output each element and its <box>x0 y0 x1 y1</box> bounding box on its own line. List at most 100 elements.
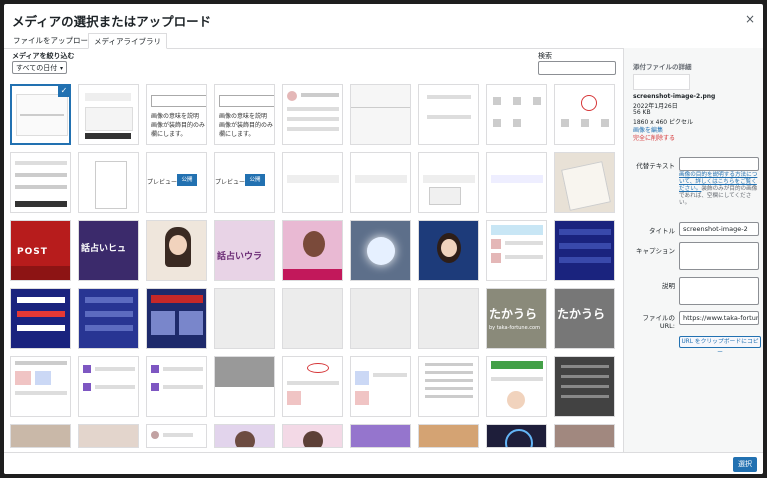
thumb-text: たかうら <box>489 307 538 321</box>
chevron-down-icon: ▾ <box>59 65 63 72</box>
media-thumb[interactable] <box>78 356 139 417</box>
media-thumb[interactable] <box>146 220 207 281</box>
tab-bar: ファイルをアップロード メディアライブラリ <box>4 32 763 49</box>
media-thumb[interactable] <box>10 356 71 417</box>
media-thumb[interactable] <box>10 152 71 213</box>
media-thumb[interactable] <box>418 84 479 145</box>
filter-label: メディアを絞り込む <box>12 52 75 60</box>
media-thumb[interactable] <box>78 84 139 145</box>
media-thumb[interactable] <box>486 220 547 281</box>
media-thumb[interactable] <box>486 84 547 145</box>
media-thumb[interactable] <box>282 220 343 281</box>
media-thumb[interactable] <box>146 424 207 448</box>
media-thumb[interactable] <box>486 152 547 213</box>
delete-permanently-link[interactable]: 完全に削除する <box>633 133 675 142</box>
media-thumb[interactable] <box>418 356 479 417</box>
media-thumb[interactable] <box>554 356 615 417</box>
media-thumb[interactable] <box>418 288 479 349</box>
media-thumb[interactable] <box>418 220 479 281</box>
media-thumb[interactable] <box>214 356 275 417</box>
thumb-text: 公開 <box>177 174 197 186</box>
media-thumb[interactable] <box>350 356 411 417</box>
thumb-text: 画像の意味を説明 <box>219 113 268 120</box>
alt-text-input[interactable] <box>679 157 759 171</box>
thumb-text: 話占いウラ <box>217 252 263 262</box>
media-thumb[interactable] <box>418 424 479 448</box>
media-thumb[interactable] <box>282 356 343 417</box>
attachment-preview <box>633 74 690 90</box>
title-label: タイトル <box>649 227 675 235</box>
media-thumb[interactable] <box>554 424 615 448</box>
media-thumb[interactable] <box>78 152 139 213</box>
media-thumb[interactable] <box>350 288 411 349</box>
media-thumb[interactable] <box>554 152 615 213</box>
media-thumb[interactable]: 話占いヒュ <box>78 220 139 281</box>
title-input[interactable]: screenshot-image-2 <box>679 222 759 236</box>
thumb-text: 欄にします。 <box>151 131 187 138</box>
media-thumb[interactable]: 話占いウラ <box>214 220 275 281</box>
media-thumb[interactable] <box>282 288 343 349</box>
checkmark-icon[interactable]: ✓ <box>58 86 69 97</box>
file-url-label: ファイルの URL: <box>642 314 676 330</box>
tab-media-library[interactable]: メディアライブラリ <box>88 33 167 49</box>
media-thumb[interactable] <box>282 152 343 213</box>
media-thumb[interactable] <box>146 356 207 417</box>
thumb-text: by taka-fortune.com <box>489 325 540 331</box>
select-button[interactable]: 選択 <box>733 457 757 472</box>
media-thumb[interactable] <box>350 424 411 448</box>
attachment-details-sidebar: 添付ファイルの詳細 screenshot-image-2.png 2022年1月… <box>623 48 763 452</box>
media-thumb[interactable] <box>282 84 343 145</box>
thumb-text: たかうら <box>557 307 606 321</box>
media-thumb[interactable] <box>214 288 275 349</box>
media-thumb[interactable]: ✓ <box>10 84 71 145</box>
thumb-text: 画像の意味を説明 <box>151 113 200 120</box>
media-thumb[interactable] <box>78 424 139 448</box>
media-thumb[interactable] <box>350 220 411 281</box>
media-thumb[interactable]: 画像の意味を説明 画像が装飾目的のみ 欄にします。 <box>146 84 207 145</box>
media-thumb[interactable] <box>418 152 479 213</box>
date-filter-select[interactable]: すべての日付 ▾ <box>12 61 67 74</box>
media-thumb[interactable]: プレビュー 公開 <box>214 152 275 213</box>
modal-title: メディアの選択またはアップロード <box>12 14 212 29</box>
media-thumb[interactable] <box>10 424 71 448</box>
media-thumb[interactable] <box>78 288 139 349</box>
description-textarea[interactable] <box>679 277 759 305</box>
close-icon[interactable]: × <box>745 12 755 26</box>
thumb-text: プレビュー <box>147 179 178 186</box>
thumb-text: 画像が装飾目的のみ <box>151 122 206 129</box>
attachment-details-heading: 添付ファイルの詳細 <box>633 63 692 71</box>
search-label: 検索 <box>538 52 552 60</box>
description-label: 説明 <box>662 282 675 290</box>
media-thumb[interactable] <box>10 288 71 349</box>
attachment-filename: screenshot-image-2.png <box>633 93 716 100</box>
media-thumb[interactable] <box>486 356 547 417</box>
media-thumb[interactable] <box>486 424 547 448</box>
media-thumb[interactable] <box>554 84 615 145</box>
media-modal: メディアの選択またはアップロード × ファイルをアップロード メディアライブラリ… <box>4 4 763 474</box>
thumb-text: 公開 <box>245 174 265 186</box>
search-input[interactable] <box>538 61 616 75</box>
media-thumb[interactable] <box>350 84 411 145</box>
modal-footer: 選択 <box>4 452 763 474</box>
media-thumb[interactable]: たかうら by taka-fortune.com <box>486 288 547 349</box>
media-thumb[interactable] <box>554 220 615 281</box>
media-thumb[interactable]: プレビュー 公開 <box>146 152 207 213</box>
media-thumb[interactable]: たかうら <box>554 288 615 349</box>
media-thumb[interactable] <box>146 288 207 349</box>
thumb-text: 画像が装飾目的のみ <box>219 122 274 129</box>
copy-url-button[interactable]: URL をクリップボードにコピー <box>679 336 761 356</box>
tab-upload[interactable]: ファイルをアップロード <box>8 33 101 47</box>
media-thumb[interactable]: 画像の意味を説明 画像が装飾目的のみ 欄にします。 <box>214 84 275 145</box>
date-filter-value: すべての日付 <box>16 64 58 72</box>
file-url-input[interactable]: https://www.taka-fortune. <box>679 311 759 325</box>
attachment-filesize: 56 KB <box>633 109 651 116</box>
caption-label: キャプション <box>636 247 675 255</box>
thumb-text: 話占いヒュ <box>81 244 127 254</box>
thumb-text: プレビュー <box>215 179 246 186</box>
media-thumb[interactable] <box>282 424 343 448</box>
media-thumb[interactable] <box>214 424 275 448</box>
media-thumb[interactable]: POST <box>10 220 71 281</box>
caption-textarea[interactable] <box>679 242 759 270</box>
alt-text-description: 画像の目的を説明する方法について、詳しくはこちらをご覧ください。装飾のみが目的の… <box>679 172 761 207</box>
media-thumb[interactable] <box>350 152 411 213</box>
